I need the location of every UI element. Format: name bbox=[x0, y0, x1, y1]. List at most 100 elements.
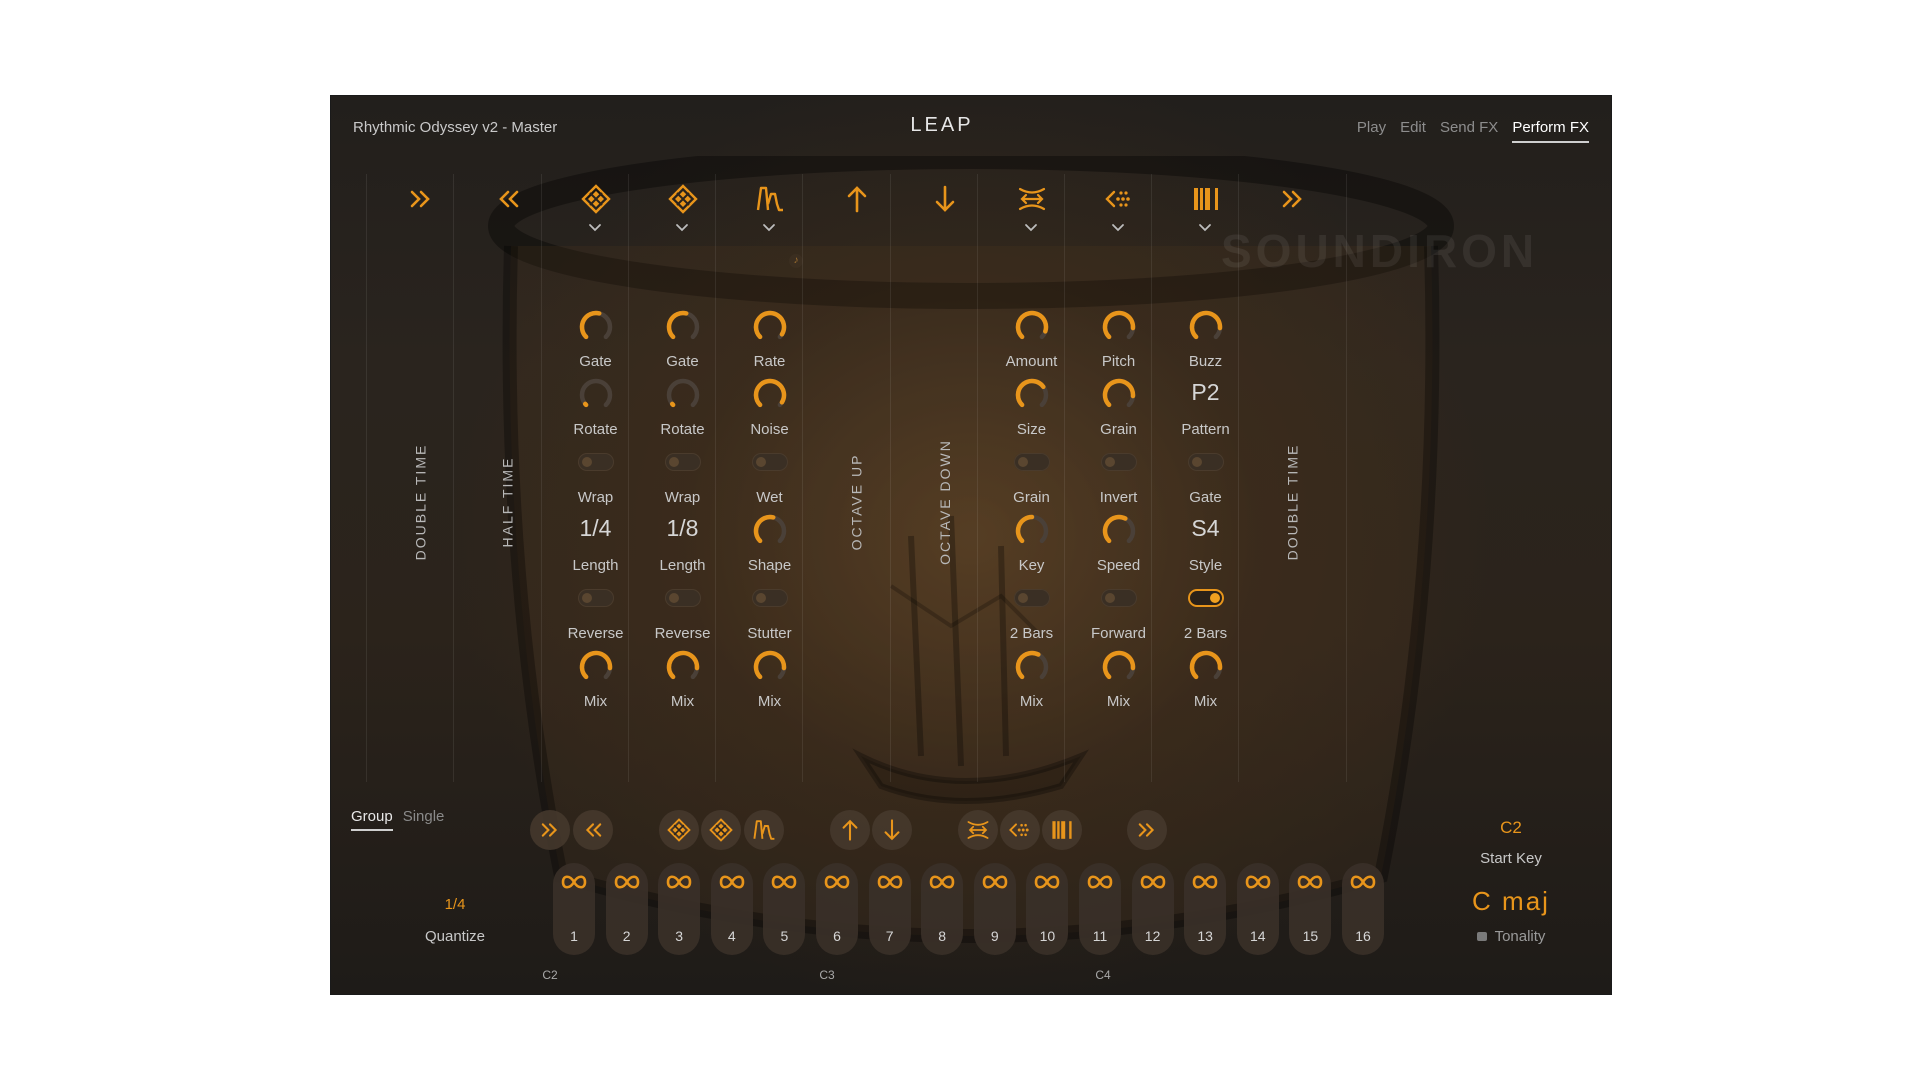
pad-5[interactable]: 5 bbox=[763, 863, 806, 955]
tab-group[interactable]: Group bbox=[351, 808, 393, 831]
loop-icon bbox=[559, 873, 589, 891]
knob[interactable] bbox=[1188, 649, 1224, 685]
knob[interactable] bbox=[1014, 309, 1050, 345]
knob[interactable] bbox=[578, 309, 614, 345]
knob[interactable] bbox=[1101, 649, 1137, 685]
start-key-value[interactable]: C2 bbox=[1451, 818, 1571, 838]
loop-icon bbox=[717, 873, 747, 891]
pad-8[interactable]: 8 bbox=[921, 863, 964, 955]
knob[interactable] bbox=[752, 377, 788, 413]
pad-1[interactable]: 1 bbox=[553, 863, 595, 955]
pad-number: 6 bbox=[833, 928, 841, 944]
knob[interactable] bbox=[578, 649, 614, 685]
chevron-down-icon[interactable] bbox=[1109, 221, 1127, 235]
tab-send-fx[interactable]: Send FX bbox=[1440, 119, 1498, 143]
pad-4[interactable]: 4 bbox=[710, 863, 753, 955]
pad-number: 13 bbox=[1197, 928, 1213, 944]
pad-10[interactable]: 10 bbox=[1026, 863, 1069, 955]
pad-11[interactable]: 11 bbox=[1079, 863, 1121, 955]
knob[interactable] bbox=[665, 309, 701, 345]
toggle-switch[interactable] bbox=[665, 589, 701, 607]
quantize-label: Quantize bbox=[424, 928, 486, 945]
loop-icon bbox=[1348, 873, 1378, 891]
toggle-switch[interactable] bbox=[1188, 589, 1224, 607]
chevron-down-icon[interactable] bbox=[1196, 221, 1214, 235]
toggle-switch[interactable] bbox=[665, 453, 701, 471]
quantize-value[interactable]: 1/4 bbox=[411, 896, 499, 913]
toggle-switch[interactable] bbox=[1101, 453, 1137, 471]
pad-number: 1 bbox=[570, 928, 578, 944]
loop-icon bbox=[664, 873, 694, 891]
top-nav: Play Edit Send FX Perform FX bbox=[1357, 119, 1589, 143]
pad-12[interactable]: 12 bbox=[1131, 863, 1174, 955]
chevron-down-icon[interactable] bbox=[673, 221, 691, 235]
tab-single[interactable]: Single bbox=[403, 808, 445, 831]
toggle-switch[interactable] bbox=[752, 453, 788, 471]
tab-perform-fx[interactable]: Perform FX bbox=[1512, 119, 1589, 143]
toggle-switch[interactable] bbox=[752, 589, 788, 607]
knob[interactable] bbox=[578, 377, 614, 413]
pad-16[interactable]: 16 bbox=[1342, 863, 1384, 955]
pad-number: 8 bbox=[938, 928, 947, 944]
toggle-switch[interactable] bbox=[578, 589, 614, 607]
pad-3[interactable]: 3 bbox=[658, 863, 701, 955]
knob[interactable] bbox=[1101, 309, 1137, 345]
title-bar: Rhythmic Odyssey v2 - Master LEAP Play E… bbox=[331, 96, 1611, 166]
knob[interactable] bbox=[1014, 649, 1050, 685]
trigger-stretch-icon[interactable] bbox=[958, 810, 998, 850]
toggle-switch[interactable] bbox=[1014, 453, 1050, 471]
toggle-switch[interactable] bbox=[1101, 589, 1137, 607]
chevron-down-icon[interactable] bbox=[1022, 221, 1040, 235]
knob[interactable] bbox=[1101, 377, 1137, 413]
pad-number: 14 bbox=[1250, 928, 1266, 944]
pad-number: 2 bbox=[622, 928, 631, 944]
knob[interactable] bbox=[1014, 377, 1050, 413]
note-sync-icon[interactable]: ♪ bbox=[789, 254, 803, 268]
fx-column-11: DOUBLE TIME bbox=[1238, 174, 1347, 782]
pad-13[interactable]: 13 bbox=[1184, 863, 1227, 955]
pad-7[interactable]: 7 bbox=[868, 863, 911, 955]
trigger-half-time-icon[interactable] bbox=[573, 810, 613, 850]
knob[interactable] bbox=[1014, 513, 1050, 549]
trigger-lofi-wave-icon[interactable] bbox=[744, 810, 784, 850]
pad-2[interactable]: 2 bbox=[605, 863, 648, 955]
knob[interactable] bbox=[752, 513, 788, 549]
trigger-glitch-diamond-icon[interactable] bbox=[659, 810, 699, 850]
pad-15[interactable]: 15 bbox=[1289, 863, 1332, 955]
pad-number: 10 bbox=[1039, 928, 1056, 944]
double-time-icon[interactable] bbox=[1239, 182, 1346, 216]
loop-icon bbox=[1085, 873, 1115, 891]
tonality-value[interactable]: C maj bbox=[1451, 886, 1571, 917]
loop-icon bbox=[612, 873, 642, 891]
trigger-double-time-icon[interactable] bbox=[530, 810, 570, 850]
chevron-down-icon[interactable] bbox=[760, 221, 778, 235]
knob[interactable] bbox=[1188, 309, 1224, 345]
pad-6[interactable]: 6 bbox=[816, 863, 858, 955]
chevron-down-icon[interactable] bbox=[586, 221, 604, 235]
leap-logo: LEAP bbox=[910, 114, 974, 136]
vertical-label: DOUBLE TIME bbox=[1239, 432, 1346, 572]
pad-14[interactable]: 14 bbox=[1236, 863, 1279, 955]
lock-icon[interactable] bbox=[1476, 932, 1487, 941]
toggle-switch[interactable] bbox=[578, 453, 614, 471]
knob[interactable] bbox=[665, 377, 701, 413]
trigger-granular-icon[interactable] bbox=[1000, 810, 1040, 850]
pad-number: 3 bbox=[675, 928, 684, 944]
tab-edit[interactable]: Edit bbox=[1400, 119, 1426, 143]
pad-number: 7 bbox=[885, 928, 894, 944]
trigger-arrow-down-icon[interactable] bbox=[872, 810, 912, 850]
trigger-glitch-diamond-icon[interactable] bbox=[701, 810, 741, 850]
trigger-buzz-bars-icon[interactable] bbox=[1042, 810, 1082, 850]
trigger-double-time-icon[interactable] bbox=[1127, 810, 1167, 850]
trigger-arrow-up-icon[interactable] bbox=[830, 810, 870, 850]
toggle-switch[interactable] bbox=[1188, 453, 1224, 471]
pad-9[interactable]: 9 bbox=[973, 863, 1016, 955]
loop-icon bbox=[1138, 873, 1168, 891]
knob[interactable] bbox=[752, 309, 788, 345]
tab-play[interactable]: Play bbox=[1357, 119, 1386, 143]
toggle-switch[interactable] bbox=[1014, 589, 1050, 607]
knob[interactable] bbox=[752, 649, 788, 685]
pad-number: 16 bbox=[1355, 928, 1371, 944]
knob[interactable] bbox=[1101, 513, 1137, 549]
knob[interactable] bbox=[665, 649, 701, 685]
